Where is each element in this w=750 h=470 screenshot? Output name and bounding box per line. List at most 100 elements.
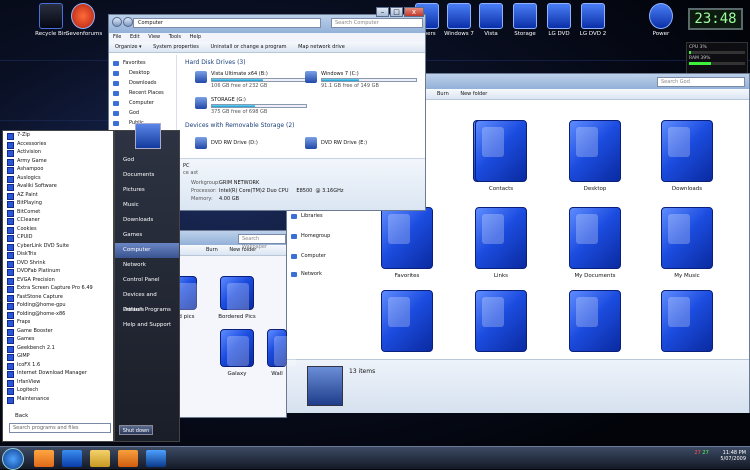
folder-bordered-pics[interactable]: Bordered Pics — [212, 276, 262, 320]
search-input[interactable]: Search Wallpaper — [238, 234, 286, 250]
program-item[interactable]: CPUID — [3, 233, 113, 242]
dock-storage[interactable]: Storage — [508, 3, 542, 37]
menu-edit[interactable]: Edit — [130, 34, 140, 40]
uninstall-button[interactable]: Uninstall or change a program — [210, 44, 286, 50]
back-button[interactable]: Back — [15, 413, 28, 419]
start-link-documents[interactable]: Documents — [115, 168, 179, 183]
program-item[interactable]: Internet Download Manager — [3, 369, 113, 378]
dock-sevenforums[interactable]: Sevenforums — [66, 3, 102, 37]
forward-button[interactable] — [123, 17, 133, 27]
program-item[interactable]: AZ Paint — [3, 191, 113, 199]
menu-tools[interactable]: Tools — [169, 34, 181, 40]
nav-computer[interactable]: Computer — [109, 99, 175, 108]
program-item[interactable]: 7-Zip — [3, 131, 113, 140]
search-input[interactable]: Search God — [657, 77, 745, 87]
start-orb[interactable] — [2, 448, 24, 470]
program-item[interactable]: DiskTrix — [3, 250, 113, 259]
folder-links[interactable]: Links — [469, 207, 533, 279]
program-item[interactable]: Folding@home-gpu — [3, 301, 113, 310]
dock-vista[interactable]: Vista — [474, 3, 508, 37]
program-item[interactable]: FastStone Capture — [3, 293, 113, 301]
program-item[interactable]: Geekbench 2.1 — [3, 344, 113, 352]
program-item[interactable]: DVD Shrink — [3, 259, 113, 267]
nav-homegroup[interactable]: Homegroup — [287, 232, 353, 241]
program-item[interactable]: Cookies — [3, 225, 113, 233]
dock-lgdvd2[interactable]: LG DVD 2 — [576, 3, 610, 37]
titlebar[interactable]: Computer Search Computer — [109, 15, 425, 33]
program-item[interactable]: Logitech — [3, 386, 113, 395]
address-bar[interactable]: Computer — [133, 18, 321, 28]
clock-date[interactable]: 5/07/2009 — [720, 456, 746, 462]
internet-explorer-icon[interactable] — [62, 450, 82, 467]
folder-my-documents[interactable]: My Documents — [563, 207, 627, 279]
close-button[interactable]: x — [404, 7, 424, 17]
start-search-input[interactable]: Search programs and files — [9, 423, 111, 433]
start-link-pictures[interactable]: Pictures — [115, 183, 179, 198]
nav-libraries[interactable]: Libraries — [287, 212, 353, 221]
start-link-music[interactable]: Music — [115, 198, 179, 213]
new-folder-button[interactable]: New folder — [460, 91, 487, 97]
map-network-drive-button[interactable]: Map network drive — [298, 44, 345, 50]
folder-contacts[interactable]: Contacts — [469, 120, 533, 192]
program-item[interactable]: CCleaner — [3, 216, 113, 225]
folder-desktop[interactable]: Desktop — [563, 120, 627, 192]
program-item[interactable]: IcoFX 1.6 — [3, 361, 113, 369]
nav-desktop[interactable]: Desktop — [109, 69, 175, 78]
program-item[interactable]: Accessories — [3, 140, 113, 148]
program-item[interactable]: Fraps — [3, 318, 113, 327]
program-item[interactable]: BitPlaying — [3, 199, 113, 208]
minimize-button[interactable]: – — [376, 7, 389, 17]
folder-wall[interactable]: Wall — [262, 329, 296, 377]
back-button[interactable] — [112, 17, 122, 27]
folder-downloads[interactable]: Downloads — [655, 120, 719, 192]
system-properties-button[interactable]: System properties — [153, 44, 199, 50]
nav-network[interactable]: Network — [287, 270, 353, 279]
start-link-downloads[interactable]: Downloads — [115, 213, 179, 228]
organize-button[interactable]: Organize ▾ — [115, 44, 142, 50]
dock-power[interactable]: Power — [644, 3, 678, 37]
program-item[interactable]: Extra Screen Capture Pro 6.49 — [3, 284, 113, 293]
dock-windows7[interactable]: Windows 7 — [442, 3, 476, 37]
program-item[interactable]: Activision — [3, 148, 113, 157]
program-item[interactable]: Ashampoo — [3, 165, 113, 174]
program-item[interactable]: BitComet — [3, 208, 113, 216]
burn-button[interactable]: Burn — [206, 247, 218, 253]
dock-recycle-bin[interactable]: Recycle Bin — [34, 3, 68, 37]
folder-pictures[interactable] — [375, 290, 439, 356]
program-item[interactable]: Maintenance — [3, 395, 113, 403]
explorer-icon[interactable] — [90, 450, 110, 467]
nav-downloads[interactable]: Downloads — [109, 79, 175, 88]
folder-videos[interactable] — [469, 290, 533, 356]
program-item[interactable]: Game Booster — [3, 327, 113, 335]
search-input[interactable]: Search Computer — [331, 18, 423, 28]
firefox-icon[interactable] — [146, 450, 166, 467]
start-link-network[interactable]: Network — [115, 258, 179, 273]
shutdown-button[interactable]: Shut down — [119, 425, 153, 435]
menu-file[interactable]: File — [113, 34, 121, 40]
program-item[interactable]: Folding@home-x86 — [3, 310, 113, 318]
burn-button[interactable]: Burn — [437, 91, 449, 97]
program-item[interactable]: Auslogics — [3, 174, 113, 182]
media-player-icon[interactable] — [118, 450, 138, 467]
folder-my-music[interactable]: My Music — [655, 207, 719, 279]
start-link-default-programs[interactable]: Default Programs — [115, 303, 179, 318]
menu-view[interactable]: View — [148, 34, 160, 40]
program-item[interactable]: Games — [3, 335, 113, 344]
program-item[interactable]: Avaliki Software — [3, 182, 113, 191]
maximize-button[interactable]: □ — [390, 7, 403, 17]
folder-favorites[interactable]: Favorites — [375, 207, 439, 279]
folder-saved-games[interactable] — [563, 290, 627, 356]
nav-recent-places[interactable]: Recent Places — [109, 89, 175, 98]
folder-galaxy[interactable]: Galaxy — [212, 329, 262, 377]
titlebar[interactable]: Search Wallpaper — [176, 231, 286, 250]
start-link-god[interactable]: God — [115, 153, 179, 168]
start-link-help-and-support[interactable]: Help and Support — [115, 318, 179, 333]
start-link-games[interactable]: Games — [115, 228, 179, 243]
program-item[interactable]: IrfanView — [3, 378, 113, 386]
start-link-control-panel[interactable]: Control Panel — [115, 273, 179, 288]
program-item[interactable]: CyberLink DVD Suite — [3, 242, 113, 250]
program-item[interactable]: GIMP — [3, 352, 113, 361]
start-link-devices-and-printers[interactable]: Devices and Printers — [115, 288, 179, 313]
start-link-computer[interactable]: Computer — [115, 243, 179, 258]
program-item[interactable]: DVDFab Platinum — [3, 267, 113, 276]
